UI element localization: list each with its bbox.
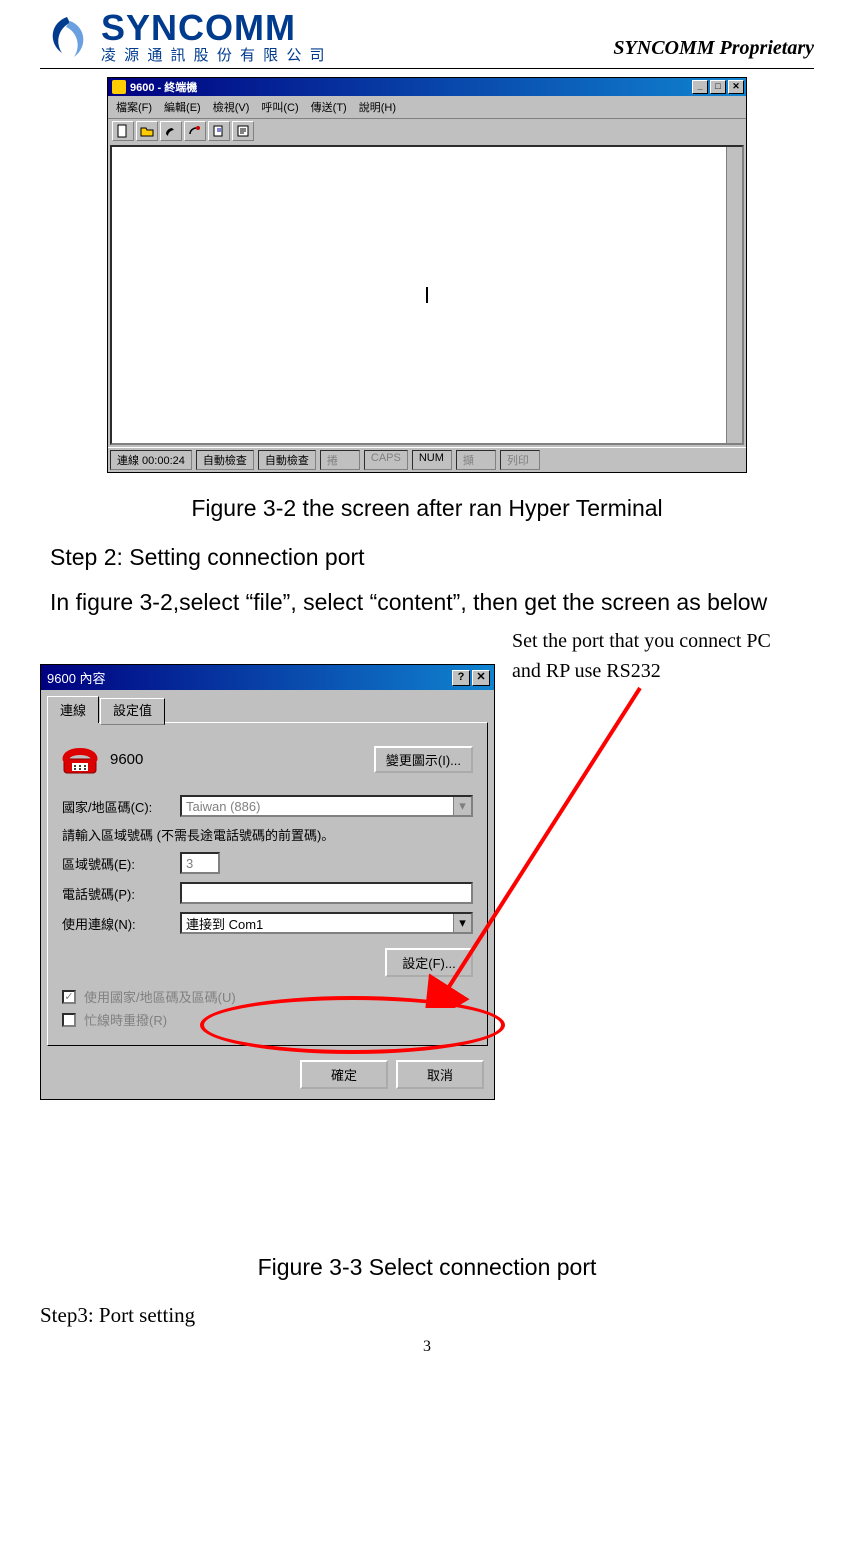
step2-body: In figure 3-2,select “file”, select “con… [50,589,804,616]
status-print: 列印 [500,450,540,470]
figure-3-3-caption: Figure 3-3 Select connection port [40,1254,814,1281]
use-country-code-label: 使用國家/地區碼及區碼(U) [84,987,236,1006]
chevron-down-icon: ▾ [453,797,471,815]
company-logo: SYNCOMM 凌 源 通 訊 股 份 有 限 公 司 [40,10,327,63]
port-settings-button[interactable]: 設定(F)... [385,948,473,977]
area-value: 3 [186,856,193,871]
menu-call[interactable]: 呼叫(C) [259,98,300,116]
status-caps: CAPS [364,450,408,470]
area-input: 3 [180,852,220,874]
hyperterminal-window: 9600 - 終端機 _ □ ✕ 檔案(F) 編輯(E) 檢視(V) 呼叫(C)… [107,77,747,473]
status-auto2: 自動檢查 [258,450,316,470]
step2-title: Step 2: Setting connection port [50,544,804,571]
tab-panel: 9600 變更圖示(I)... 國家/地區碼(C): Taiwan (886) … [47,722,488,1046]
properties-icon[interactable] [232,121,254,141]
logo-swoosh-icon [40,13,95,61]
status-auto1: 自動檢查 [196,450,254,470]
text-cursor-icon [426,287,428,303]
connect-icon[interactable] [160,121,182,141]
help-button[interactable]: ? [452,670,470,686]
connection-name-label: 9600 [110,751,143,768]
menu-view[interactable]: 檢視(V) [211,98,252,116]
page-number: 3 [40,1338,814,1356]
tab-connection[interactable]: 連線 [47,696,99,723]
phone-icon [62,741,98,777]
scrollbar[interactable] [726,147,742,443]
step3-title: Step3: Port setting [40,1303,814,1328]
connect-using-label: 使用連線(N): [62,914,172,933]
window-title: 9600 - 終端機 [130,79,197,95]
status-scroll: 捲 [320,450,360,470]
minimize-button[interactable]: _ [692,80,708,94]
menubar: 檔案(F) 編輯(E) 檢視(V) 呼叫(C) 傳送(T) 說明(H) [108,96,746,118]
country-combo: Taiwan (886) ▾ [180,795,473,817]
open-icon[interactable] [136,121,158,141]
close-button[interactable]: ✕ [472,670,490,686]
use-country-code-checkbox: ✓ [62,990,76,1004]
app-icon [112,80,126,94]
figure-3-2-caption: Figure 3-2 the screen after ran Hyper Te… [40,495,814,522]
phone-input [180,882,473,904]
annotation-note: Set the port that you connect PC and RP … [512,626,772,686]
area-note: 請輸入區域號碼 (不需長途電話號碼的前置碼)。 [62,825,473,844]
change-icon-button[interactable]: 變更圖示(I)... [374,746,473,773]
close-button[interactable]: ✕ [728,80,744,94]
area-label: 區域號碼(E): [62,854,172,873]
redial-busy-checkbox [62,1013,76,1027]
maximize-button[interactable]: □ [710,80,726,94]
terminal-pane[interactable] [110,145,744,445]
dialog-title: 9600 內容 [47,668,106,687]
country-value: Taiwan (886) [186,799,260,814]
phone-label: 電話號碼(P): [62,884,172,903]
status-connection: 連線 00:00:24 [110,450,192,470]
connect-using-value: 連接到 Com1 [186,914,263,933]
menu-help[interactable]: 說明(H) [357,98,398,116]
statusbar: 連線 00:00:24 自動檢查 自動檢查 捲 CAPS NUM 擷 列印 [108,447,746,472]
status-capture: 擷 [456,450,496,470]
tab-settings[interactable]: 設定值 [100,698,165,725]
ok-button[interactable]: 確定 [300,1060,388,1089]
logo-text: SYNCOMM [101,10,327,46]
cancel-button[interactable]: 取消 [396,1060,484,1089]
send-icon[interactable] [208,121,230,141]
proprietary-label: SYNCOMM Proprietary [613,37,814,60]
properties-dialog: 9600 內容 ? ✕ 連線 設定值 [40,664,495,1100]
country-label: 國家/地區碼(C): [62,797,172,816]
dialog-titlebar[interactable]: 9600 內容 ? ✕ [41,665,494,690]
menu-file[interactable]: 檔案(F) [114,98,154,116]
redial-busy-label: 忙線時重撥(R) [84,1010,167,1029]
connect-using-combo[interactable]: 連接到 Com1 ▾ [180,912,473,934]
status-num: NUM [412,450,452,470]
logo-subtext: 凌 源 通 訊 股 份 有 限 公 司 [101,48,327,63]
disconnect-icon[interactable] [184,121,206,141]
chevron-down-icon[interactable]: ▾ [453,914,471,932]
header-divider [40,68,814,69]
toolbar [108,118,746,143]
new-icon[interactable] [112,121,134,141]
menu-edit[interactable]: 編輯(E) [162,98,203,116]
menu-transfer[interactable]: 傳送(T) [309,98,349,116]
window-titlebar[interactable]: 9600 - 終端機 _ □ ✕ [108,78,746,96]
